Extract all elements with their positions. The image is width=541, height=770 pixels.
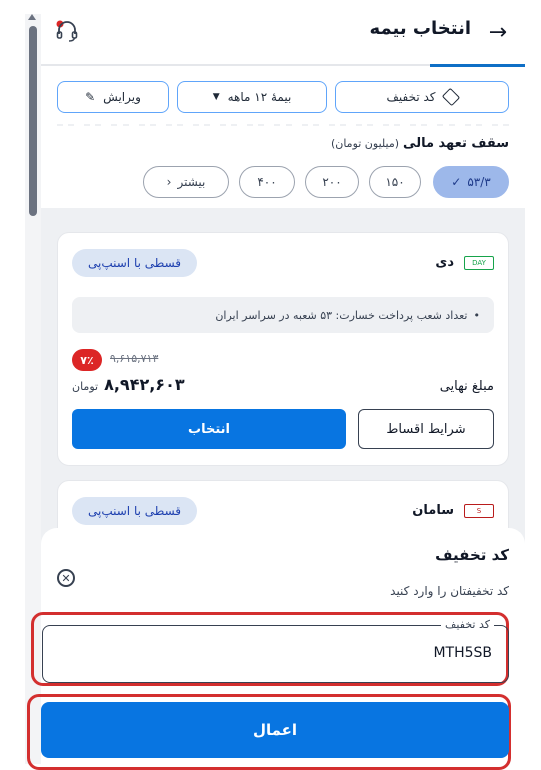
- discount-bottom-sheet: کد تخفیف ✕ کد تخفیفتان را وارد کنید کد ت…: [27, 528, 525, 770]
- coverage-option-3[interactable]: ۲۰۰: [305, 166, 359, 198]
- discount-percent-badge: ۷٪: [72, 349, 102, 371]
- installment-terms-button[interactable]: شرایط اقساط: [358, 409, 494, 449]
- select-button[interactable]: انتخاب: [72, 409, 346, 449]
- coverage-heading: سقف تعهد مالی(میلیون تومان): [331, 136, 509, 151]
- insurer-header: DAY دی: [435, 255, 494, 270]
- insurance-period-label: بیمهٔ ۱۲ ماهه: [227, 90, 292, 104]
- discount-code-label: کد تخفیف: [386, 90, 436, 104]
- coverage-option-1[interactable]: ۵۳/۳ ✓: [433, 166, 509, 198]
- edit-label: ویرایش: [103, 90, 141, 104]
- scroll-up-arrow-icon[interactable]: [28, 14, 36, 20]
- discount-code-button[interactable]: کد تخفیف: [335, 81, 509, 113]
- coverage-more-label: بیشتر: [177, 175, 206, 189]
- chevron-left-icon: ‹: [166, 175, 172, 189]
- scroll-thumb[interactable]: [29, 26, 37, 216]
- tag-icon: [441, 87, 460, 107]
- apply-button[interactable]: اعمال: [41, 702, 509, 758]
- chevron-down-icon: ▼: [212, 92, 220, 102]
- branch-info: تعداد شعب پرداخت خسارت: ۵۳ شعبه در سراسر…: [215, 308, 468, 322]
- discount-code-field[interactable]: کد تخفیف MTH5SB: [42, 618, 509, 683]
- page-content: → انتخاب بیمه کد تخفیف بیمهٔ ۱۲ ماهه ▼ و…: [27, 0, 525, 770]
- coverage-option-label: ۱۵۰: [385, 175, 405, 189]
- pencil-icon: ✎: [85, 90, 96, 104]
- coverage-option-label: ۵۳/۳: [467, 175, 491, 189]
- insurer-header: S سامان: [412, 503, 494, 518]
- headset-icon[interactable]: [55, 20, 79, 42]
- final-price: ۸,۹۴۲,۶۰۳ تومان: [72, 375, 185, 394]
- bullet-icon: •: [473, 308, 481, 322]
- insurer-name: دی: [435, 255, 454, 270]
- coverage-option-4[interactable]: ۴۰۰: [239, 166, 295, 198]
- close-icon[interactable]: ✕: [57, 569, 75, 587]
- header-progress-bar: [430, 64, 525, 67]
- installment-badge: قسطی با اسنپ‌پی: [72, 249, 198, 277]
- coverage-unit: (میلیون تومان): [330, 137, 400, 150]
- final-price-amount: ۸,۹۴۲,۶۰۳: [104, 375, 185, 394]
- coverage-option-2[interactable]: ۱۵۰: [369, 166, 421, 198]
- sheet-title: کد تخفیف: [435, 546, 509, 564]
- sheet-subtitle: کد تخفیفتان را وارد کنید: [390, 584, 509, 598]
- installment-badge: قسطی با اسنپ‌پی: [72, 497, 198, 525]
- saman-logo-icon: S: [464, 503, 494, 518]
- page-title: انتخاب بیمه: [369, 18, 471, 39]
- insurer-name: سامان: [412, 503, 454, 518]
- filter-divider: [57, 124, 509, 126]
- check-icon: ✓: [451, 175, 462, 189]
- field-label: کد تخفیف: [441, 618, 494, 631]
- old-price: ۹,۶۱۵,۷۱۳: [110, 352, 159, 365]
- coverage-option-label: ۴۰۰: [257, 175, 277, 189]
- arrow-right-icon[interactable]: →: [489, 20, 507, 45]
- edit-button[interactable]: ویرایش ✎: [57, 81, 169, 113]
- currency-label: تومان: [72, 380, 99, 393]
- insurance-period-dropdown[interactable]: بیمهٔ ۱۲ ماهه ▼: [177, 81, 327, 113]
- info-box: • تعداد شعب پرداخت خسارت: ۵۳ شعبه در سرا…: [72, 297, 494, 333]
- final-price-label: مبلغ نهایی: [439, 379, 494, 394]
- discount-code-input[interactable]: MTH5SB: [433, 645, 492, 661]
- header: → انتخاب بیمه: [41, 0, 525, 64]
- coverage-option-label: ۲۰۰: [322, 175, 342, 189]
- insurance-card-dey: DAY دی قسطی با اسنپ‌پی • تعداد شعب پرداخ…: [57, 232, 509, 466]
- dey-logo-icon: DAY: [464, 255, 494, 270]
- coverage-more-button[interactable]: بیشتر ‹: [143, 166, 229, 198]
- coverage-label: سقف تعهد مالی: [403, 136, 509, 151]
